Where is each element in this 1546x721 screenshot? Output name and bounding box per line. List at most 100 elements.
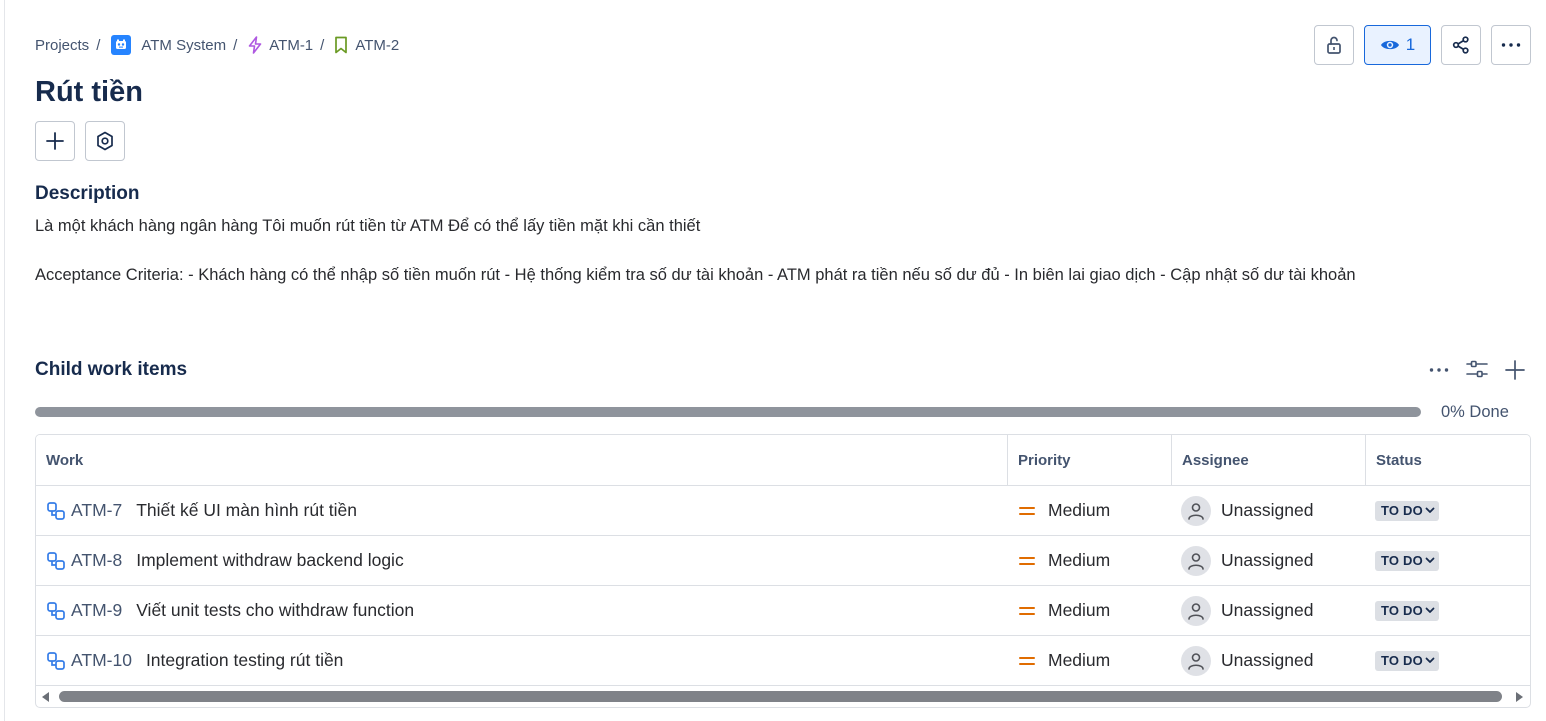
table-row[interactable]: ATM-10 Integration testing rút tiền Medi… [36,636,1530,686]
issue-summary-link[interactable]: Integration testing rút tiền [146,650,343,671]
child-items-progress-bar [35,407,1421,417]
breadcrumb-separator: / [233,36,238,54]
story-icon [334,36,348,54]
subtask-icon [46,601,66,621]
user-avatar-icon [1181,545,1211,576]
add-child-item-button[interactable] [1500,356,1530,384]
breadcrumb: Projects / ATM System / ATM-1 / ATM-2 [35,33,399,57]
breadcrumb-projects[interactable]: Projects [35,37,89,54]
status-label: TO DO [1381,603,1423,618]
assignee-cell[interactable]: Unassigned [1181,536,1361,585]
more-actions-button[interactable] [1491,25,1531,65]
share-icon [1452,36,1470,54]
status-cell: TO DO [1375,486,1525,535]
add-button[interactable] [35,121,75,161]
assignee-cell[interactable]: Unassigned [1181,586,1361,635]
project-avatar-icon [111,35,132,55]
assignee-label: Unassigned [1221,550,1314,570]
table-row[interactable]: ATM-7 Thiết kế UI màn hình rút tiền Medi… [36,486,1530,536]
apps-button[interactable] [85,121,125,161]
chevron-down-icon [1425,657,1435,664]
status-cell: TO DO [1375,586,1525,635]
plus-icon [46,132,64,150]
breadcrumb-project-label: ATM System [141,36,227,54]
priority-cell[interactable]: Medium [1017,586,1167,635]
status-dropdown[interactable]: TO DO [1375,650,1439,671]
priority-cell[interactable]: Medium [1017,636,1167,685]
scroll-right-icon[interactable] [1516,692,1523,702]
column-header-priority[interactable]: Priority [1007,435,1171,485]
user-avatar-icon [1181,645,1211,676]
eye-icon [1380,38,1400,52]
more-icon [1429,368,1449,372]
issue-key-link[interactable]: ATM-9 [71,600,122,621]
child-items-filter-button[interactable] [1462,356,1492,384]
user-avatar-icon [1181,595,1211,626]
description-heading: Description [35,183,140,204]
issue-key-link[interactable]: ATM-10 [71,650,132,671]
issue-key-link[interactable]: ATM-8 [71,550,122,571]
watch-button[interactable]: 1 [1364,25,1431,65]
priority-medium-icon [1019,506,1035,516]
issue-summary-link[interactable]: Implement withdraw backend logic [136,550,404,571]
breadcrumb-separator: / [96,36,101,54]
assignee-label: Unassigned [1221,600,1314,620]
status-label: TO DO [1381,503,1423,518]
status-dropdown[interactable]: TO DO [1375,550,1439,571]
priority-cell[interactable]: Medium [1017,486,1167,535]
issue-summary-link[interactable]: Thiết kế UI màn hình rút tiền [136,500,357,521]
assignee-cell[interactable]: Unassigned [1181,486,1361,535]
assignee-label: Unassigned [1221,500,1314,520]
table-row[interactable]: ATM-8 Implement withdraw backend logic M… [36,536,1530,586]
column-header-status[interactable]: Status [1365,435,1530,485]
scroll-left-icon[interactable] [42,692,49,702]
child-items-table: Work Priority Assignee Status ATM-7 Thiế… [35,434,1531,708]
issue-header-actions: 1 [1314,25,1531,65]
priority-cell[interactable]: Medium [1017,536,1167,585]
description-text[interactable]: Là một khách hàng ngân hàng Tôi muốn rút… [35,217,700,236]
share-button[interactable] [1441,25,1481,65]
subtask-icon [46,551,66,571]
breadcrumb-story-label: ATM-2 [355,36,400,54]
left-divider [4,0,5,721]
status-dropdown[interactable]: TO DO [1375,600,1439,621]
work-cell: ATM-7 Thiết kế UI màn hình rút tiền [46,486,996,535]
user-avatar-icon [1181,495,1211,526]
sliders-icon [1466,360,1488,380]
issue-quick-actions [35,121,125,161]
child-items-actions [1424,356,1530,384]
status-cell: TO DO [1375,636,1525,685]
issue-key-link[interactable]: ATM-7 [71,500,122,521]
status-label: TO DO [1381,553,1423,568]
assignee-label: Unassigned [1221,650,1314,670]
watch-count: 1 [1405,35,1416,54]
child-items-more-button[interactable] [1424,356,1454,384]
priority-label: Medium [1048,550,1111,570]
chevron-down-icon [1425,507,1435,514]
restrictions-button[interactable] [1314,25,1354,65]
column-header-assignee[interactable]: Assignee [1171,435,1365,485]
breadcrumb-epic[interactable]: ATM-1 [245,36,313,54]
priority-medium-icon [1019,556,1035,566]
breadcrumb-project[interactable]: ATM System [108,35,226,55]
status-cell: TO DO [1375,536,1525,585]
assignee-cell[interactable]: Unassigned [1181,636,1361,685]
table-row[interactable]: ATM-9 Viết unit tests cho withdraw funct… [36,586,1530,636]
issue-summary-link[interactable]: Viết unit tests cho withdraw function [136,600,414,621]
plus-icon [1505,360,1525,380]
issue-title[interactable]: Rút tiền [35,76,143,109]
acceptance-criteria-text[interactable]: Acceptance Criteria: - Khách hàng có thể… [35,260,1515,290]
epic-icon [247,36,263,54]
status-label: TO DO [1381,653,1423,668]
priority-label: Medium [1048,600,1111,620]
horizontal-scrollbar[interactable] [36,687,1530,707]
priority-label: Medium [1048,500,1111,520]
column-header-work[interactable]: Work [36,435,1007,485]
subtask-icon [46,651,66,671]
status-dropdown[interactable]: TO DO [1375,500,1439,521]
subtask-icon [46,501,66,521]
breadcrumb-story[interactable]: ATM-2 [332,36,399,54]
work-cell: ATM-10 Integration testing rút tiền [46,636,996,685]
scrollbar-thumb[interactable] [59,691,1502,702]
more-icon [1501,43,1521,47]
